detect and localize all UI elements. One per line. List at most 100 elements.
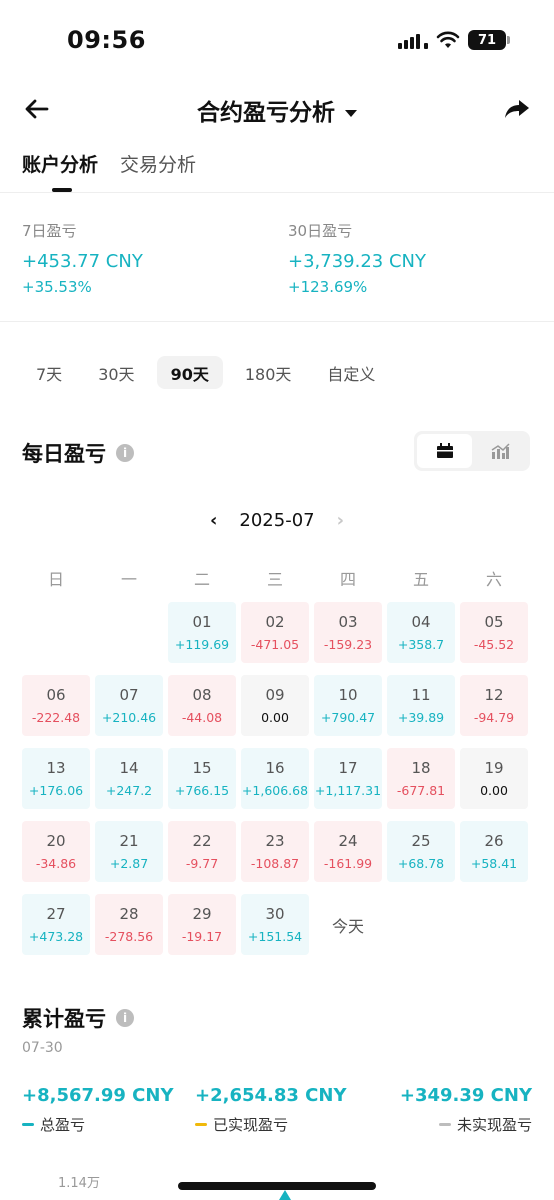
calendar-day-pnl: -278.56 — [104, 929, 154, 944]
chart-view-button[interactable] — [472, 434, 527, 468]
calendar-day-number: 04 — [411, 613, 431, 631]
calendar-day[interactable]: 08 -44.08 — [168, 675, 236, 736]
total-pnl-value: +8,567.99 CNY — [22, 1085, 174, 1106]
calendar-day[interactable]: 22 -9.77 — [168, 821, 236, 882]
calendar-day-number: 28 — [119, 905, 139, 923]
range-90d-button[interactable]: 90天 — [156, 356, 223, 389]
calendar-day[interactable]: 23 -108.87 — [241, 821, 309, 882]
calendar-day-pnl: -677.81 — [396, 783, 446, 798]
cumulative-values: +8,567.99 CNY 总盈亏 +2,654.83 CNY 已实现盈亏 +3… — [22, 1085, 532, 1135]
calendar-day[interactable]: 30 +151.54 — [241, 894, 309, 955]
calendar-day-pnl: -9.77 — [185, 856, 219, 871]
info-icon[interactable]: i — [116, 1009, 134, 1027]
home-indicator[interactable] — [178, 1182, 376, 1190]
calendar-day[interactable]: 05 -45.52 — [460, 602, 528, 663]
calendar-day[interactable]: 07 +210.46 — [95, 675, 163, 736]
cellular-signal-icon — [398, 31, 428, 49]
bar-chart-icon — [491, 443, 510, 459]
share-icon[interactable] — [502, 94, 532, 124]
cumulative-pnl-header: 累计盈亏 i — [22, 1003, 134, 1033]
range-180d-button[interactable]: 180天 — [231, 356, 306, 389]
calendar-day[interactable]: 13 +176.06 — [22, 748, 90, 809]
page-title-dropdown[interactable]: 合约盈亏分析 — [0, 93, 554, 127]
unrealized-pnl-value: +349.39 CNY — [399, 1085, 532, 1106]
calendar-today-cell[interactable]: 今天 — [314, 894, 382, 955]
calendar-day[interactable]: 20 -34.86 — [22, 821, 90, 882]
calendar-day-number: 29 — [192, 905, 212, 923]
analysis-tabs: 账户分析 交易分析 — [22, 150, 196, 192]
battery-icon: 71 — [468, 30, 510, 50]
calendar-day[interactable]: 29 -19.17 — [168, 894, 236, 955]
calendar-day[interactable]: 01 +119.69 — [168, 602, 236, 663]
calendar-day-pnl: +119.69 — [174, 637, 230, 652]
calendar-day-pnl: -44.08 — [181, 710, 223, 725]
calendar-day[interactable]: 14 +247.2 — [95, 748, 163, 809]
calendar-day-pnl: -108.87 — [250, 856, 300, 871]
realized-pnl: +2,654.83 CNY 已实现盈亏 — [195, 1085, 346, 1135]
calendar-day-number: 10 — [338, 686, 358, 704]
legend-realized: 已实现盈亏 — [195, 1114, 346, 1135]
tab-trade-analysis[interactable]: 交易分析 — [120, 150, 196, 192]
calendar-day[interactable]: 12 -94.79 — [460, 675, 528, 736]
legend-unrealized: 未实现盈亏 — [400, 1114, 532, 1135]
calendar-day[interactable]: 06 -222.48 — [22, 675, 90, 736]
unrealized-pnl: +349.39 CNY 未实现盈亏 — [400, 1085, 532, 1135]
calendar-day[interactable]: 21 +2.87 — [95, 821, 163, 882]
info-icon[interactable]: i — [116, 444, 134, 462]
stat-30d: 30日盈亏 +3,739.23 CNY +123.69% — [288, 220, 426, 296]
calendar-day-pnl: -45.52 — [473, 637, 515, 652]
calendar-day-number: 11 — [411, 686, 431, 704]
calendar-day[interactable]: 19 0.00 — [460, 748, 528, 809]
calendar-day-pnl: +68.78 — [397, 856, 445, 871]
weekday-label: 六 — [485, 570, 502, 589]
calendar-day-number: 05 — [484, 613, 504, 631]
cumulative-pnl-title: 累计盈亏 — [22, 1007, 106, 1031]
calendar-day-number: 13 — [46, 759, 66, 777]
calendar-day-number: 22 — [192, 832, 212, 850]
calendar-day[interactable]: 27 +473.28 — [22, 894, 90, 955]
prev-month-button[interactable]: ‹ — [210, 510, 217, 531]
calendar-day[interactable]: 15 +766.15 — [168, 748, 236, 809]
calendar-day-number: 24 — [338, 832, 358, 850]
calendar-day-pnl: -161.99 — [323, 856, 373, 871]
legend-realized-label: 已实现盈亏 — [213, 1116, 289, 1134]
calendar-day[interactable]: 25 +68.78 — [387, 821, 455, 882]
calendar-day[interactable]: 18 -677.81 — [387, 748, 455, 809]
calendar-day[interactable]: 03 -159.23 — [314, 602, 382, 663]
calendar-day-number: 03 — [338, 613, 358, 631]
calendar-day-number: 16 — [265, 759, 285, 777]
daily-pnl-title: 每日盈亏 — [22, 442, 106, 466]
calendar-day[interactable]: 11 +39.89 — [387, 675, 455, 736]
calendar-day-pnl: +39.89 — [397, 710, 445, 725]
calendar-day[interactable]: 16 +1,606.68 — [241, 748, 309, 809]
calendar-day-number: 23 — [265, 832, 285, 850]
calendar-day[interactable]: 26 +58.41 — [460, 821, 528, 882]
month-label: 2025-07 — [239, 510, 315, 531]
calendar-day-number: 15 — [192, 759, 212, 777]
calendar-view-button[interactable] — [417, 434, 472, 468]
calendar-day-number: 07 — [119, 686, 139, 704]
calendar-day[interactable]: 24 -161.99 — [314, 821, 382, 882]
calendar-day[interactable]: 10 +790.47 — [314, 675, 382, 736]
calendar-day-number: 26 — [484, 832, 504, 850]
calendar-day-pnl: +58.41 — [470, 856, 518, 871]
calendar-day-pnl: +210.46 — [101, 710, 157, 725]
calendar-day[interactable]: 09 0.00 — [241, 675, 309, 736]
calendar-day[interactable]: 04 +358.7 — [387, 602, 455, 663]
tab-account-analysis[interactable]: 账户分析 — [22, 150, 98, 192]
calendar-day[interactable]: 28 -278.56 — [95, 894, 163, 955]
pnl-calendar: 01 +119.69 02 -471.05 03 -159.23 04 +358.7 05 -45… — [22, 602, 532, 955]
range-custom-button[interactable]: 自定义 — [313, 356, 389, 389]
next-month-button[interactable]: › — [337, 510, 344, 531]
weekday-label: 日 — [47, 570, 64, 589]
calendar-day[interactable]: 02 -471.05 — [241, 602, 309, 663]
range-7d-button[interactable]: 7天 — [22, 356, 76, 389]
calendar-day-number: 06 — [46, 686, 66, 704]
legend-unrealized-label: 未实现盈亏 — [456, 1116, 532, 1134]
calendar-day-number: 19 — [484, 759, 504, 777]
calendar-day[interactable]: 17 +1,117.31 — [314, 748, 382, 809]
range-selector: 7天 30天 90天 180天 自定义 — [22, 356, 389, 389]
chart-y-axis-top-label: 1.14万 — [58, 1176, 100, 1191]
range-30d-button[interactable]: 30天 — [84, 356, 148, 389]
calendar-day-number: 30 — [265, 905, 285, 923]
